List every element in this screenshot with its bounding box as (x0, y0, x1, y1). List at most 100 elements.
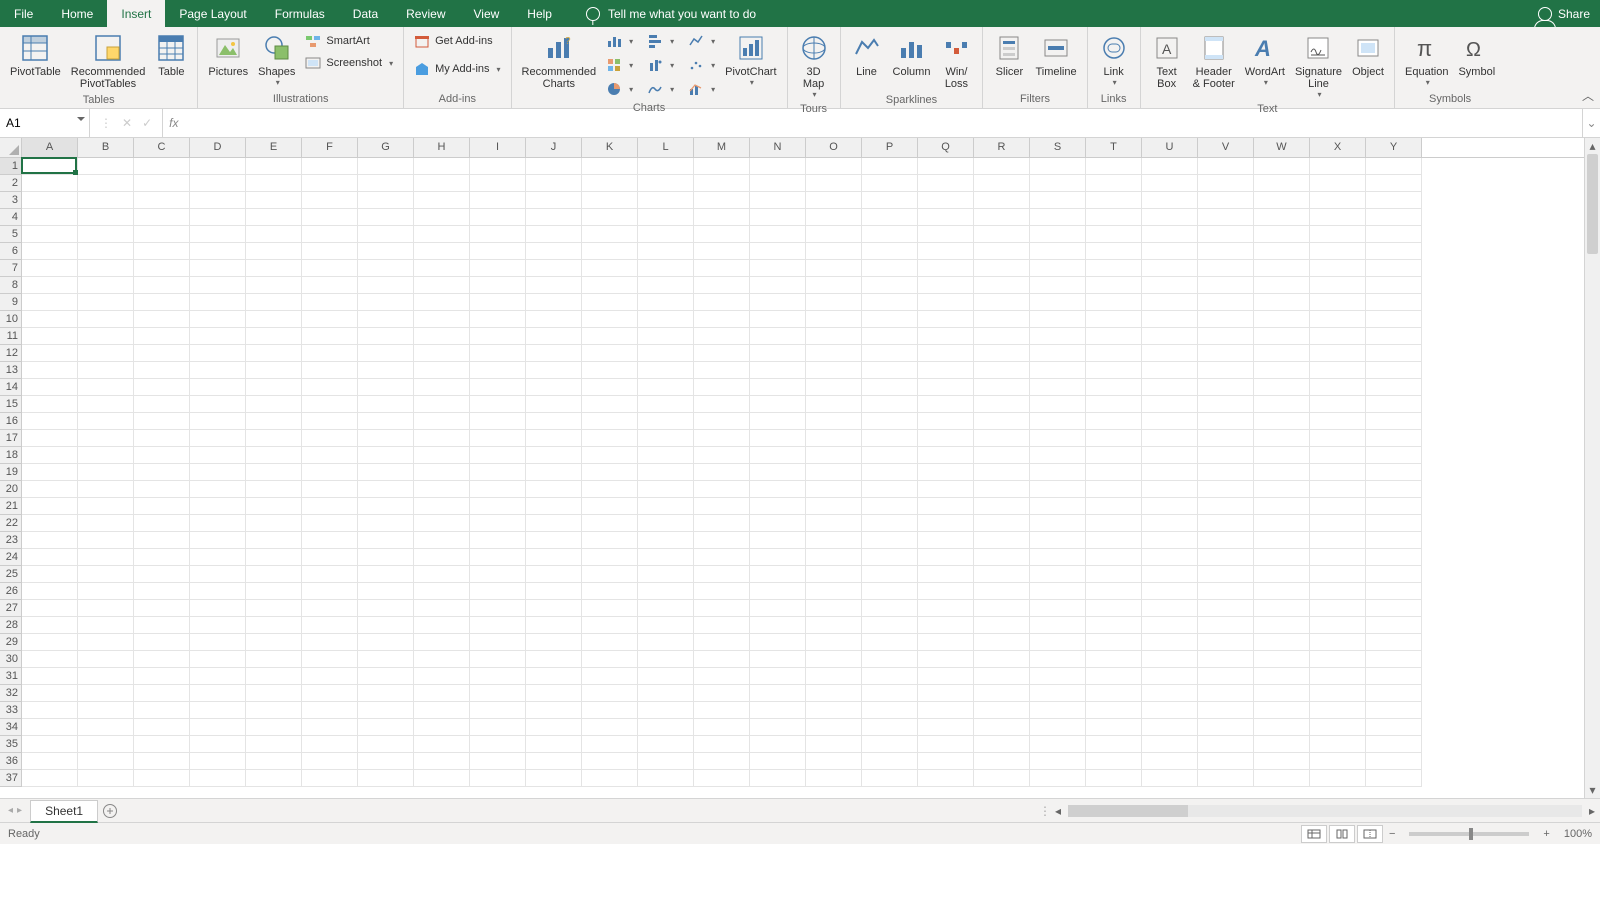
cell[interactable] (582, 243, 638, 260)
cell[interactable] (806, 736, 862, 753)
cell[interactable] (1310, 192, 1366, 209)
cell[interactable] (1086, 175, 1142, 192)
cell[interactable] (1366, 464, 1422, 481)
cell[interactable] (582, 668, 638, 685)
row-header[interactable]: 33 (0, 702, 22, 719)
cell[interactable] (358, 294, 414, 311)
cell[interactable] (302, 549, 358, 566)
my-addins-button[interactable]: My Add-ins▾ (410, 58, 504, 80)
cell[interactable] (1142, 498, 1198, 515)
cell[interactable] (1254, 719, 1310, 736)
cell[interactable] (806, 685, 862, 702)
cell[interactable] (414, 328, 470, 345)
cell[interactable] (1198, 719, 1254, 736)
cell[interactable] (806, 362, 862, 379)
cell[interactable] (134, 617, 190, 634)
cell[interactable] (1198, 396, 1254, 413)
cell[interactable] (1142, 447, 1198, 464)
cell[interactable] (190, 481, 246, 498)
cell[interactable] (246, 447, 302, 464)
cell[interactable] (78, 634, 134, 651)
cell[interactable] (638, 396, 694, 413)
cell[interactable] (526, 413, 582, 430)
cell[interactable] (190, 175, 246, 192)
cell[interactable] (862, 328, 918, 345)
cell[interactable] (1254, 600, 1310, 617)
cell[interactable] (246, 464, 302, 481)
cell[interactable] (1142, 175, 1198, 192)
row-header[interactable]: 12 (0, 345, 22, 362)
enter-formula-button[interactable]: ✓ (142, 116, 152, 130)
column-chart-button[interactable]: ▾ (602, 30, 637, 52)
cell[interactable] (1086, 243, 1142, 260)
cell[interactable] (526, 379, 582, 396)
cell[interactable] (1142, 226, 1198, 243)
cell[interactable] (1366, 277, 1422, 294)
cell[interactable] (1198, 668, 1254, 685)
cell[interactable] (470, 464, 526, 481)
cell[interactable] (918, 753, 974, 770)
menu-tab-view[interactable]: View (460, 0, 514, 27)
cell[interactable] (918, 430, 974, 447)
cell[interactable] (78, 651, 134, 668)
cell[interactable] (918, 515, 974, 532)
cell[interactable] (582, 345, 638, 362)
hierarchy-chart-button[interactable]: ▾ (602, 54, 637, 76)
cell[interactable] (1310, 566, 1366, 583)
cell[interactable] (862, 413, 918, 430)
cell[interactable] (302, 515, 358, 532)
cell[interactable] (1030, 464, 1086, 481)
cell[interactable] (22, 583, 78, 600)
cell[interactable] (918, 158, 974, 175)
cell[interactable] (974, 294, 1030, 311)
cell[interactable] (862, 634, 918, 651)
cell[interactable] (134, 430, 190, 447)
cell[interactable] (1310, 719, 1366, 736)
cell[interactable] (750, 447, 806, 464)
cell[interactable] (190, 668, 246, 685)
get-addins-button[interactable]: Get Add-ins (410, 30, 504, 52)
cell[interactable] (694, 668, 750, 685)
cell[interactable] (134, 311, 190, 328)
cell[interactable] (638, 328, 694, 345)
cell[interactable] (246, 277, 302, 294)
cell[interactable] (78, 617, 134, 634)
cell[interactable] (918, 583, 974, 600)
cell[interactable] (1366, 175, 1422, 192)
cell[interactable] (1142, 702, 1198, 719)
cell[interactable] (302, 753, 358, 770)
table-button[interactable]: Table (151, 30, 191, 80)
cell[interactable] (1366, 685, 1422, 702)
cell[interactable] (1030, 668, 1086, 685)
cell[interactable] (246, 413, 302, 430)
cell[interactable] (862, 158, 918, 175)
cell[interactable] (22, 209, 78, 226)
cell[interactable] (1030, 192, 1086, 209)
cell[interactable] (638, 175, 694, 192)
cell[interactable] (862, 668, 918, 685)
cell[interactable] (1030, 549, 1086, 566)
cell[interactable] (806, 583, 862, 600)
cell[interactable] (526, 532, 582, 549)
cell[interactable] (1310, 464, 1366, 481)
cell[interactable] (78, 532, 134, 549)
cell[interactable] (974, 532, 1030, 549)
cell[interactable] (78, 277, 134, 294)
row-header[interactable]: 14 (0, 379, 22, 396)
cell[interactable] (470, 396, 526, 413)
cell[interactable] (1310, 702, 1366, 719)
cell[interactable] (22, 685, 78, 702)
cell[interactable] (694, 753, 750, 770)
cell[interactable] (302, 498, 358, 515)
cell[interactable] (1310, 447, 1366, 464)
cell[interactable] (1030, 209, 1086, 226)
cell[interactable] (78, 566, 134, 583)
cell[interactable] (1254, 430, 1310, 447)
cell[interactable] (750, 685, 806, 702)
cell[interactable] (470, 549, 526, 566)
cell[interactable] (526, 243, 582, 260)
cell[interactable] (1086, 532, 1142, 549)
cell[interactable] (414, 515, 470, 532)
cell[interactable] (862, 651, 918, 668)
cell[interactable] (78, 328, 134, 345)
